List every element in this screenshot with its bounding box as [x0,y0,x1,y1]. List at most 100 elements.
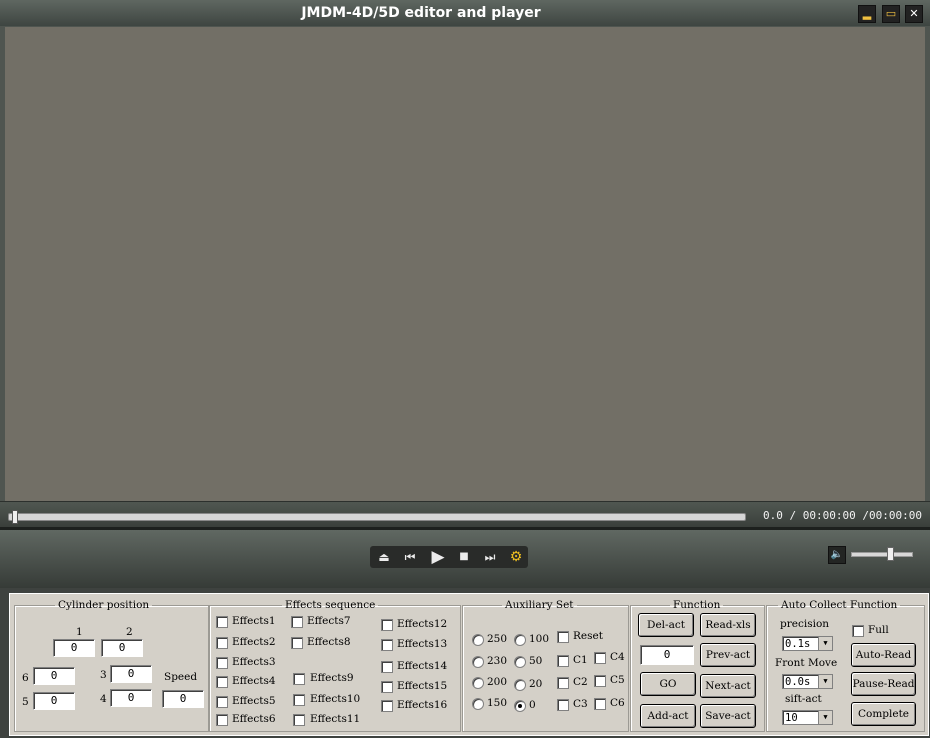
c2-label: C2 [573,676,588,688]
video-area[interactable] [5,27,925,501]
close-button[interactable]: ✕ [905,5,923,23]
pause-read-button[interactable]: Pause-Read [851,672,916,696]
effects12-checkbox[interactable] [381,619,393,631]
effects2-checkbox[interactable] [216,637,228,649]
radio-20-label: 20 [529,678,543,690]
save-act-button[interactable]: Save-act [700,704,756,728]
volume-thumb[interactable] [887,547,894,561]
full-checkbox[interactable] [852,625,864,637]
c5-checkbox[interactable] [594,675,606,687]
minimize-button[interactable]: ▂ [858,5,876,23]
effects8-checkbox[interactable] [291,637,303,649]
effects6-label: Effects6 [232,713,276,725]
go-button[interactable]: GO [640,672,696,696]
effects16-label: Effects16 [397,699,448,711]
effects14-checkbox[interactable] [381,661,393,673]
c3-label: C3 [573,698,588,710]
front-move-value: 0.0s [785,676,811,688]
c4-checkbox[interactable] [594,652,606,664]
add-act-button[interactable]: Add-act [640,704,696,728]
seek-bar[interactable] [8,513,746,521]
effects5-checkbox[interactable] [216,696,228,708]
effects3-checkbox[interactable] [216,657,228,669]
precision-value: 0.1s [785,638,811,650]
effects12-label: Effects12 [397,618,448,630]
radio-100[interactable] [514,634,526,646]
cylinder-6-input[interactable]: 0 [33,667,75,685]
effects15-checkbox[interactable] [381,681,393,693]
cylinder-4-input[interactable]: 0 [110,689,152,707]
effects16-checkbox[interactable] [381,700,393,712]
seek-thumb[interactable] [12,510,18,524]
radio-230[interactable] [472,656,484,668]
effects7-checkbox[interactable] [291,616,303,628]
effects10-checkbox[interactable] [293,694,305,706]
speed-label: Speed [164,671,198,683]
play-icon[interactable]: ▶ [427,548,449,566]
effects2-label: Effects2 [232,636,276,648]
volume-icon[interactable]: 🔈 [828,546,846,564]
cylinder-1-input[interactable]: 0 [53,639,95,657]
prev-act-button[interactable]: Prev-act [700,643,756,667]
time-display: 0.0 / 00:00:00 /00:00:00 [763,509,922,522]
cylinder-3-input[interactable]: 0 [110,665,152,683]
restore-button[interactable]: ▭ [882,5,900,23]
chevron-down-icon[interactable]: ▼ [818,711,832,724]
radio-50[interactable] [514,656,526,668]
del-act-button[interactable]: Del-act [638,613,694,637]
auxiliary-set-legend: Auxiliary Set [505,599,574,611]
c1-label: C1 [573,654,588,666]
cylinder-4-label: 4 [100,693,107,705]
complete-button[interactable]: Complete [851,702,916,726]
read-xls-button[interactable]: Read-xls [700,613,756,637]
chevron-down-icon[interactable]: ▼ [818,675,832,688]
chevron-down-icon[interactable]: ▼ [818,637,832,650]
stop-icon[interactable]: ■ [453,548,475,566]
auto-read-button[interactable]: Auto-Read [851,643,916,667]
volume-slider[interactable] [851,552,913,557]
previous-icon[interactable]: ⏮ [399,548,421,566]
effects1-checkbox[interactable] [216,616,228,628]
effects6-checkbox[interactable] [216,714,228,726]
reset-checkbox[interactable] [557,631,569,643]
effects9-checkbox[interactable] [293,673,305,685]
front-move-select[interactable]: 0.0s ▼ [782,674,833,689]
c6-checkbox[interactable] [594,698,606,710]
cylinder-3-label: 3 [100,669,107,681]
effects-sequence-legend: Effects sequence [285,599,376,611]
precision-select[interactable]: 0.1s ▼ [782,636,833,651]
c2-checkbox[interactable] [557,677,569,689]
radio-200[interactable] [472,677,484,689]
sift-act-value: 10 [785,712,798,724]
effects8-label: Effects8 [307,636,351,648]
cylinder-1-label: 1 [76,626,83,638]
effects13-label: Effects13 [397,638,448,650]
radio-250[interactable] [472,634,484,646]
act-value-input[interactable]: 0 [640,645,694,665]
c3-checkbox[interactable] [557,699,569,711]
reset-label: Reset [573,630,603,642]
effects1-label: Effects1 [232,615,276,627]
settings-gear-icon[interactable]: ⚙ [505,548,527,566]
effects7-label: Effects7 [307,615,351,627]
c6-label: C6 [610,697,625,709]
effects4-checkbox[interactable] [216,676,228,688]
next-icon[interactable]: ⏭ [479,548,501,566]
cylinder-2-input[interactable]: 0 [101,639,143,657]
c1-checkbox[interactable] [557,655,569,667]
precision-label: precision [780,618,830,630]
sift-act-select[interactable]: 10 ▼ [782,710,833,725]
effects13-checkbox[interactable] [381,639,393,651]
effects15-label: Effects15 [397,680,448,692]
radio-20[interactable] [514,679,526,691]
effects11-checkbox[interactable] [293,714,305,726]
radio-230-label: 230 [487,655,508,667]
eject-icon[interactable]: ⏏ [373,548,395,566]
radio-150-label: 150 [487,697,508,709]
radio-150[interactable] [472,698,484,710]
effects5-label: Effects5 [232,695,276,707]
next-act-button[interactable]: Next-act [700,674,756,698]
cylinder-5-input[interactable]: 0 [33,692,75,710]
speed-input[interactable]: 0 [162,690,204,708]
radio-0[interactable] [514,700,526,712]
